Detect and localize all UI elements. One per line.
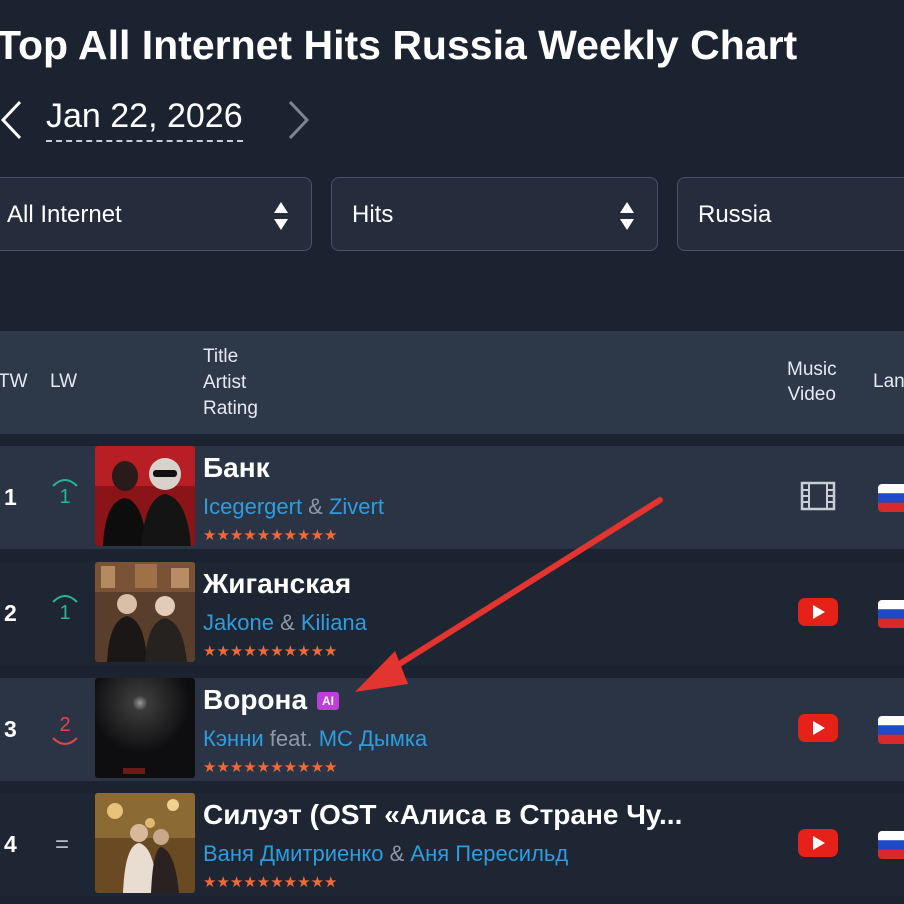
rating-stars: ★★★★★★★★★★ [203, 527, 338, 544]
album-cover[interactable] [95, 793, 195, 893]
song-title[interactable]: Банк [203, 452, 270, 484]
artist-joiner: & [273, 610, 301, 635]
header-title-artist-rating: Title Artist Rating [203, 344, 258, 422]
fall-arrow-icon [52, 737, 78, 745]
rating-stars: ★★★★★★★★★★ [203, 759, 338, 776]
last-week-rank: 1 [59, 602, 71, 624]
platform-select-value: All Internet [7, 201, 122, 228]
table-row[interactable]: 1 1 Банк Icegergert & Zivert ★★★★★★★★★★ [0, 446, 904, 549]
russia-flag-icon [878, 831, 904, 859]
artist-link[interactable]: Jakone [203, 610, 274, 635]
header-language: Lan [873, 371, 904, 392]
youtube-icon[interactable] [798, 713, 838, 743]
artist-joiner: feat. [263, 726, 319, 751]
header-title: Title [203, 346, 239, 367]
header-music-video-line2: Video [787, 384, 836, 405]
rank-this-week: 3 [4, 716, 17, 742]
film-icon[interactable] [798, 481, 838, 511]
country-select-value: Russia [698, 201, 772, 228]
album-cover[interactable] [95, 678, 195, 778]
artist-link[interactable]: Ваня Дмитриенко [203, 841, 384, 866]
youtube-icon[interactable] [798, 597, 838, 627]
artist-joiner: & [302, 494, 329, 519]
last-week-rank: 2 [59, 714, 71, 736]
last-week-position: 2 [48, 706, 82, 752]
header-music-video-line1: Music [787, 359, 837, 380]
album-cover[interactable] [95, 446, 195, 546]
chevron-left-icon[interactable] [0, 98, 28, 142]
table-row[interactable]: 4 = Силуэт (OST «Алиса в Стране Чу... Ва… [0, 793, 904, 896]
artist-joiner: & [383, 841, 411, 866]
rank-this-week: 1 [4, 484, 17, 510]
last-week-position: 1 [48, 590, 82, 636]
table-row[interactable]: 3 2 Ворона AI Кэнни feat. МС Дымка ★★★★★★… [0, 678, 904, 781]
artist-link[interactable]: Kiliana [301, 610, 367, 635]
artists: Icegergert & Zivert [203, 494, 384, 520]
rank-this-week: 2 [4, 600, 17, 626]
song-title[interactable]: Силуэт (OST «Алиса в Стране Чу... [203, 799, 682, 831]
russia-flag-icon [878, 484, 904, 512]
song-title-text[interactable]: Ворона [203, 684, 307, 715]
header-rating: Rating [203, 398, 258, 419]
table-header: TW LW Title Artist Rating Music Video La… [0, 331, 904, 434]
page-title: Top All Internet Hits Russia Weekly Char… [0, 22, 798, 68]
country-select[interactable]: Russia [677, 177, 904, 251]
date-navigation: Jan 22, 2026 [0, 92, 340, 148]
last-week-rank: = [55, 831, 70, 858]
song-title[interactable]: Жиганская [203, 568, 351, 600]
russia-flag-icon [878, 600, 904, 628]
artist-link[interactable]: Кэнни [203, 726, 264, 751]
last-week-rank: 1 [59, 486, 71, 508]
ai-badge: AI [317, 692, 340, 710]
artist-link[interactable]: Zivert [329, 494, 384, 519]
rank-this-week: 4 [4, 831, 17, 857]
artists: Ваня Дмитриенко & Аня Пересильд [203, 841, 568, 867]
platform-select[interactable]: All Internet [0, 177, 312, 251]
header-artist: Artist [203, 372, 247, 393]
updown-arrows-icon [274, 202, 288, 230]
artist-link[interactable]: Аня Пересильд [410, 841, 568, 866]
table-row[interactable]: 2 1 Жиганская Jakone & Kiliana ★★★★★★★★★… [0, 562, 904, 665]
artist-link[interactable]: Icegergert [203, 494, 302, 519]
last-week-position: 1 [48, 474, 82, 520]
header-this-week: TW [0, 371, 28, 392]
russia-flag-icon [878, 716, 904, 744]
artists: Кэнни feat. МС Дымка [203, 726, 427, 752]
album-cover[interactable] [95, 562, 195, 662]
rating-stars: ★★★★★★★★★★ [203, 643, 338, 660]
genre-select-value: Hits [352, 201, 394, 228]
header-last-week: LW [50, 371, 78, 392]
date-picker[interactable]: Jan 22, 2026 [46, 96, 243, 142]
header-music-video: Music Video [787, 357, 837, 407]
chevron-right-icon[interactable] [284, 98, 314, 142]
youtube-icon[interactable] [798, 828, 838, 858]
artist-link[interactable]: МС Дымка [319, 726, 428, 751]
artists: Jakone & Kiliana [203, 610, 367, 636]
genre-select[interactable]: Hits [331, 177, 658, 251]
song-title[interactable]: Ворона AI [203, 684, 340, 716]
rating-stars: ★★★★★★★★★★ [203, 874, 338, 891]
updown-arrows-icon [620, 202, 634, 230]
